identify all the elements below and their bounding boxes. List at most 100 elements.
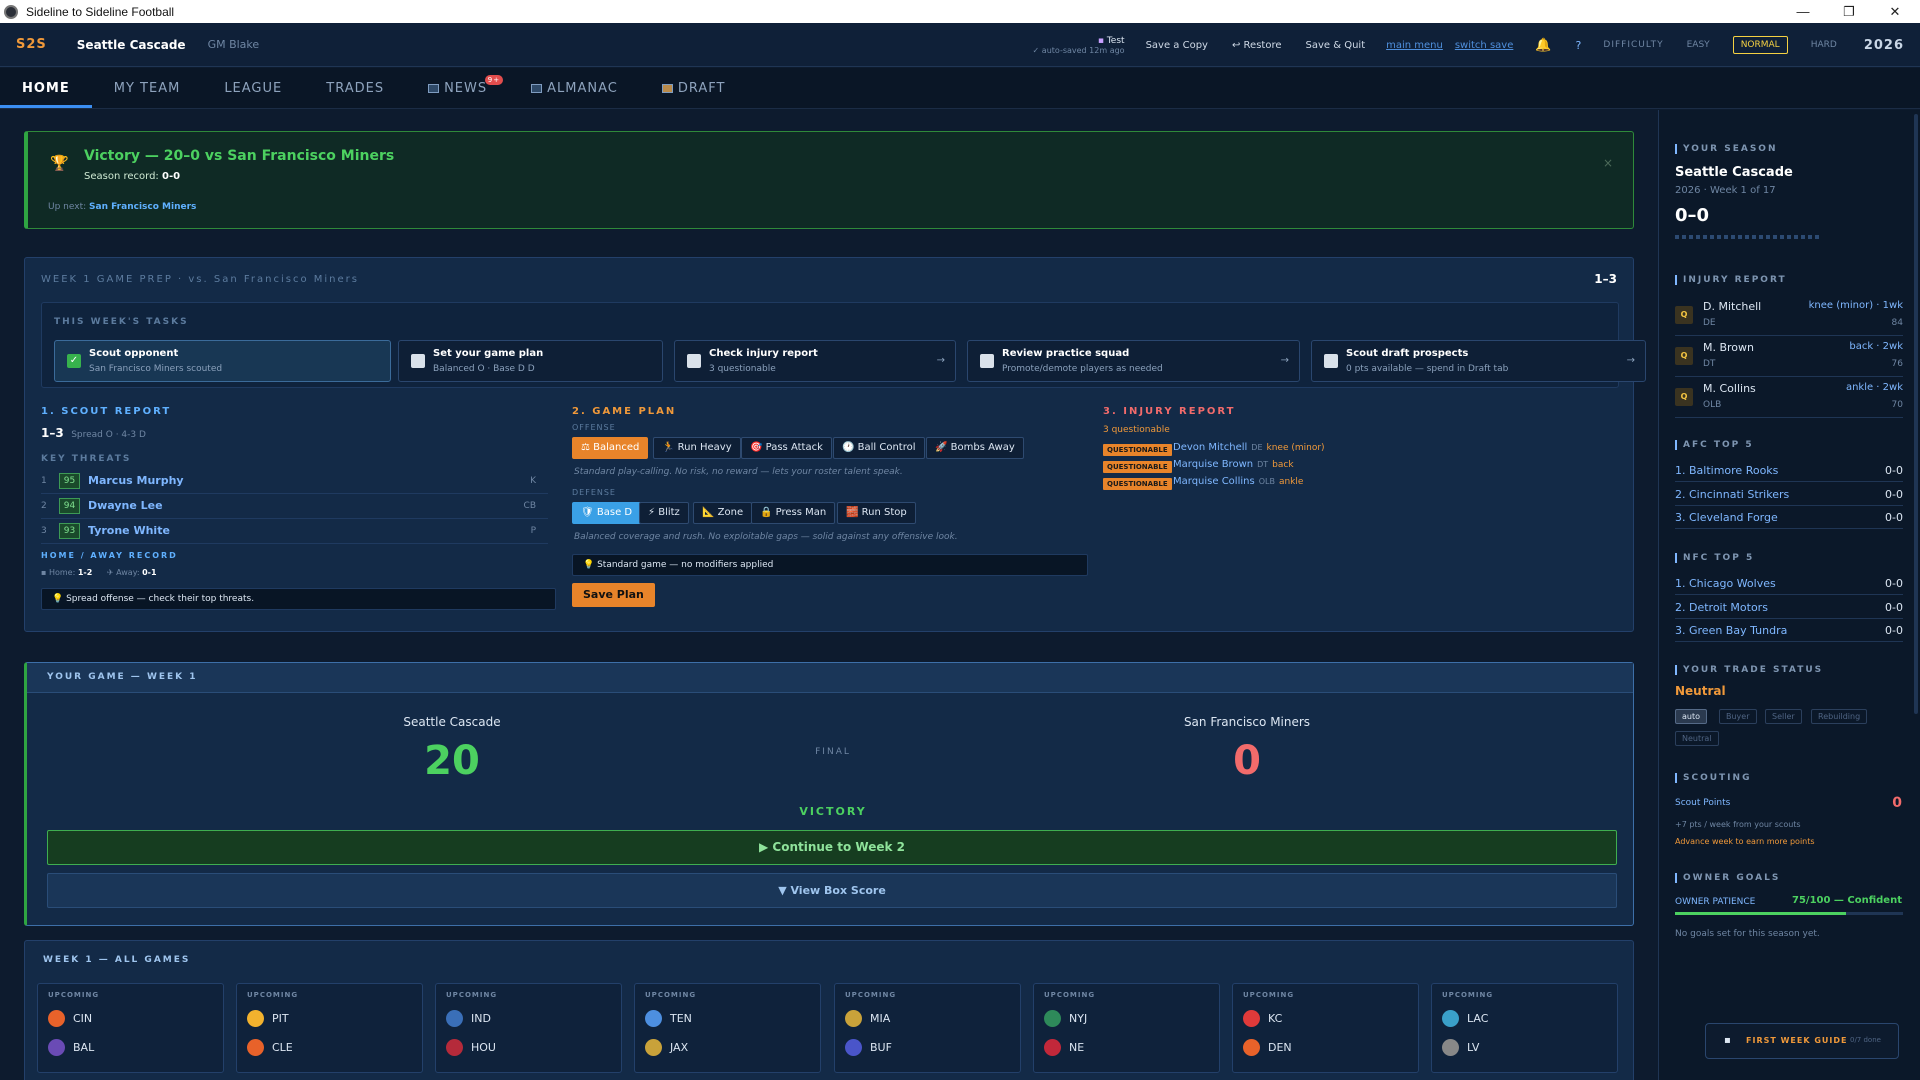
main-menu-link[interactable]: main menu <box>1386 40 1443 51</box>
threat-name[interactable]: Marcus Murphy <box>88 474 184 487</box>
game-prep-title: WEEK 1 GAME PREP · vs. San Francisco Min… <box>41 274 359 285</box>
trade-tag-auto[interactable]: auto <box>1675 709 1708 724</box>
team-abbr: CIN <box>73 1012 93 1025</box>
nfc-team-row[interactable]: 3. Green Bay Tundra 0-0 <box>1675 620 1903 642</box>
injury-player-pos: DT <box>1257 460 1269 469</box>
game-card[interactable]: UPCOMING KC DEN <box>1232 983 1419 1073</box>
defense-base-d[interactable]: 🛡 Base D <box>572 502 642 524</box>
game-card[interactable]: UPCOMING IND HOU <box>435 983 622 1073</box>
offense-bombs-away[interactable]: 🚀 Bombs Away <box>926 437 1024 459</box>
lightbulb-icon: 💡 <box>52 594 64 604</box>
task-game-plan[interactable]: Set your game plan Balanced O · Base D D <box>398 340 663 382</box>
offense-balanced[interactable]: ⚖ Balanced <box>572 437 649 459</box>
save-quit-button[interactable]: Save & Quit <box>1297 35 1375 56</box>
game-card[interactable]: UPCOMING TEN JAX <box>634 983 821 1073</box>
task-title: Review practice squad <box>1002 348 1130 359</box>
bell-icon[interactable]: 🔔 <box>1535 38 1551 53</box>
window-titlebar: Sideline to Sideline Football — ❐ ✕ <box>0 0 1920 23</box>
tab-my-team[interactable]: MY TEAM <box>92 81 203 108</box>
save-copy-button[interactable]: Save a Copy <box>1137 35 1217 56</box>
difficulty-easy[interactable]: EASY <box>1680 37 1717 53</box>
injury-item[interactable]: Q M. Collins OLB ankle · 2wk 70 <box>1675 378 1903 418</box>
close-icon[interactable]: × <box>1603 156 1613 170</box>
offense-run-heavy[interactable]: 🏃 Run Heavy <box>653 437 741 459</box>
injury-player[interactable]: Marquise Collins OLB ankle <box>1173 476 1303 487</box>
nfc-team-row[interactable]: 2. Detroit Motors 0-0 <box>1675 597 1903 619</box>
close-window-button[interactable]: ✕ <box>1872 0 1918 23</box>
game-card[interactable]: UPCOMING NYJ NE <box>1033 983 1220 1073</box>
first-week-guide-button[interactable]: ▪ FIRST WEEK GUIDE 0/7 done <box>1705 1023 1899 1059</box>
checkbox-icon[interactable] <box>411 354 425 368</box>
trade-tag-neutral[interactable]: Neutral <box>1675 731 1719 746</box>
checkbox-icon[interactable] <box>980 354 994 368</box>
checkbox-checked-icon[interactable]: ✓ <box>67 354 81 368</box>
up-next-team[interactable]: San Francisco Miners <box>89 202 196 212</box>
injury-item[interactable]: Q M. Brown DT back · 2wk 76 <box>1675 337 1903 377</box>
main-nav: HOME MY TEAM LEAGUE TRADES NEWS 9+ ALMANA… <box>0 68 1920 109</box>
game-plan-title: 2. GAME PLAN <box>572 406 677 417</box>
top-bar: S2S Seattle Cascade GM Blake ▪ Test ✓ au… <box>0 23 1920 67</box>
trade-tag-buyer[interactable]: Buyer <box>1719 709 1757 724</box>
app-logo[interactable]: S2S <box>16 37 47 52</box>
injury-player[interactable]: Devon Mitchell DE knee (minor) <box>1173 442 1325 453</box>
task-injury-report[interactable]: Check injury report 3 questionable → <box>674 340 956 382</box>
afc-team-row[interactable]: 2. Cincinnati Strikers 0-0 <box>1675 484 1903 506</box>
continue-week-button[interactable]: ▶ Continue to Week 2 <box>47 830 1617 865</box>
tab-almanac[interactable]: ALMANAC <box>509 81 640 108</box>
nfc-record: 0-0 <box>1885 624 1903 637</box>
threat-row[interactable]: 2 94 Dwayne Lee CB <box>41 495 548 519</box>
home-record: 1-2 <box>77 568 93 577</box>
defense-zone[interactable]: 📐 Zone <box>693 502 753 524</box>
task-scout-opponent[interactable]: ✓ Scout opponent San Francisco Miners scou… <box>54 340 391 382</box>
threat-row[interactable]: 3 93 Tyrone White P <box>41 520 548 544</box>
afc-team-row[interactable]: 3. Cleveland Forge 0-0 <box>1675 507 1903 529</box>
minimize-button[interactable]: — <box>1780 0 1826 23</box>
save-plan-button[interactable]: Save Plan <box>572 583 655 607</box>
away-record: 0-1 <box>142 568 157 577</box>
offense-pass-attack[interactable]: 🎯 Pass Attack <box>741 437 832 459</box>
task-draft-prospects[interactable]: Scout draft prospects 0 pts available — s… <box>1311 340 1646 382</box>
questionable-tag: QUESTIONABLE <box>1103 444 1172 456</box>
game-card[interactable]: UPCOMING MIA BUF <box>834 983 1021 1073</box>
questionable-icon: Q <box>1675 347 1693 365</box>
tab-draft[interactable]: DRAFT <box>640 81 748 108</box>
difficulty-normal[interactable]: NORMAL <box>1732 36 1788 54</box>
trade-tag-rebuilding[interactable]: Rebuilding <box>1811 709 1868 724</box>
defense-press-man[interactable]: 🔒 Press Man <box>751 502 836 524</box>
game-card[interactable]: UPCOMING CIN BAL <box>37 983 224 1073</box>
clipboard-icon <box>661 84 673 93</box>
tab-news[interactable]: NEWS 9+ <box>406 75 509 108</box>
tab-home[interactable]: HOME <box>0 81 92 108</box>
game-card[interactable]: UPCOMING PIT CLE <box>236 983 423 1073</box>
injury-type: back · 2wk <box>1849 341 1903 352</box>
team-logo-icon <box>645 1010 662 1027</box>
checkbox-icon[interactable] <box>1324 354 1338 368</box>
view-box-score-button[interactable]: ▼ View Box Score <box>47 873 1617 908</box>
task-practice-squad[interactable]: Review practice squad Promote/demote play… <box>967 340 1300 382</box>
tab-news-label: NEWS <box>444 81 488 96</box>
guide-label: FIRST WEEK GUIDE <box>1746 1036 1848 1045</box>
defense-blitz[interactable]: ⚡ Blitz <box>639 502 689 524</box>
injury-item[interactable]: Q D. Mitchell DE knee (minor) · 1wk 84 <box>1675 296 1903 336</box>
difficulty-hard[interactable]: HARD <box>1804 37 1844 53</box>
help-button[interactable]: ? <box>1576 39 1582 52</box>
threat-name[interactable]: Tyrone White <box>88 524 170 537</box>
restore-button[interactable]: ↩ Restore <box>1223 35 1291 56</box>
switch-save-link[interactable]: switch save <box>1455 40 1514 51</box>
nfc-team-row[interactable]: 1. Chicago Wolves 0-0 <box>1675 573 1903 595</box>
game-card[interactable]: UPCOMING LAC LV <box>1431 983 1618 1073</box>
threat-name[interactable]: Dwayne Lee <box>88 499 163 512</box>
tab-league[interactable]: LEAGUE <box>202 81 304 108</box>
offense-ball-control[interactable]: 🕐 Ball Control <box>833 437 925 459</box>
injury-player[interactable]: Marquise Brown DT back <box>1173 459 1294 470</box>
maximize-button[interactable]: ❐ <box>1826 0 1872 23</box>
trade-tag-seller[interactable]: Seller <box>1765 709 1802 724</box>
away-score: 0 <box>1233 738 1261 784</box>
sidebar-scrollbar[interactable] <box>1914 114 1918 714</box>
defense-run-stop[interactable]: 🧱 Run Stop <box>837 502 916 524</box>
offense-label: OFFENSE <box>572 423 616 432</box>
tab-trades[interactable]: TRADES <box>304 81 406 108</box>
afc-team-row[interactable]: 1. Baltimore Rooks 0-0 <box>1675 460 1903 482</box>
checkbox-icon[interactable] <box>687 354 701 368</box>
threat-row[interactable]: 1 95 Marcus Murphy K <box>41 470 548 494</box>
